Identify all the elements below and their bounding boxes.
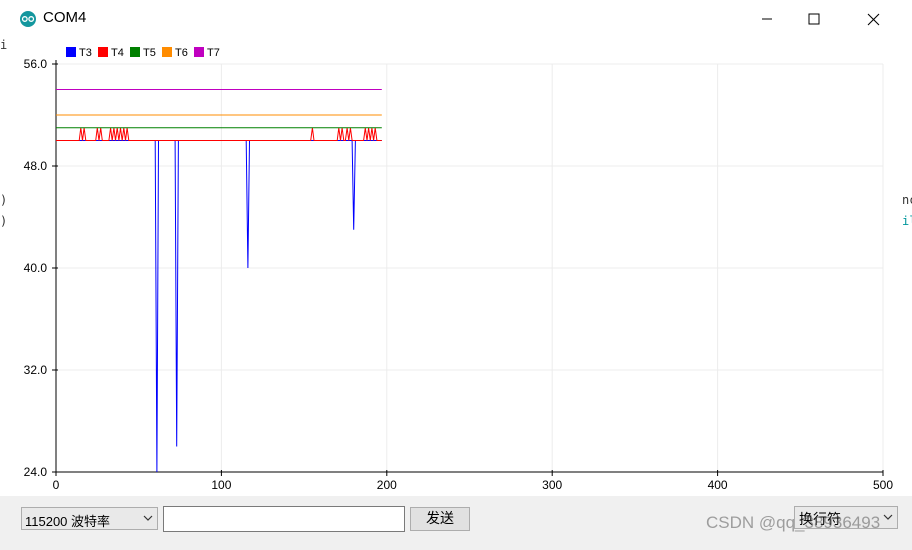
chevron-down-icon bbox=[883, 514, 893, 520]
edge-char: ) bbox=[0, 214, 8, 228]
y-tick-label: 56.0 bbox=[24, 57, 48, 71]
y-tick-label: 48.0 bbox=[24, 159, 48, 173]
legend-label-t3: T3 bbox=[79, 47, 92, 59]
x-tick-label: 100 bbox=[211, 478, 231, 492]
legend-swatch-t4 bbox=[98, 47, 108, 57]
serial-plot-chart: 56.0 48.0 40.0 32.0 24.0 0 100 200 300 400 500 T3 T4… bbox=[24, 47, 893, 492]
csdn-watermark: CSDN @qq_38936493 bbox=[706, 513, 881, 532]
legend-label-t4: T4 bbox=[111, 47, 124, 59]
legend-label-t6: T6 bbox=[175, 47, 188, 59]
send-button[interactable]: 发送 bbox=[410, 507, 470, 531]
x-tick-label: 500 bbox=[873, 478, 893, 492]
baud-rate-value: 115200 波特率 bbox=[25, 514, 111, 529]
window-title: COM4 bbox=[43, 9, 87, 26]
legend-swatch-t7 bbox=[194, 47, 204, 57]
x-tick-label: 300 bbox=[542, 478, 562, 492]
y-tick-label: 32.0 bbox=[24, 363, 48, 377]
maximize-icon bbox=[808, 13, 820, 25]
minimize-icon bbox=[762, 18, 772, 20]
edge-char: il bbox=[902, 214, 912, 228]
background-editor-left-edge: i ) ) bbox=[0, 38, 9, 496]
series-line-t3 bbox=[56, 140, 382, 473]
legend-label-t5: T5 bbox=[143, 47, 156, 59]
edge-char: ) bbox=[0, 193, 8, 207]
legend-swatch-t6 bbox=[162, 47, 172, 57]
edge-char: i bbox=[0, 38, 8, 52]
legend-label-t7: T7 bbox=[207, 47, 220, 59]
edge-char: nc bbox=[902, 193, 912, 207]
y-tick-label: 40.0 bbox=[24, 261, 48, 275]
arduino-logo-icon bbox=[20, 11, 36, 27]
maximize-button[interactable] bbox=[785, 0, 843, 38]
serial-plotter-area: 56.0 48.0 40.0 32.0 24.0 0 100 200 300 400 500 T3 T4… bbox=[9, 38, 912, 496]
close-button[interactable] bbox=[844, 0, 902, 38]
baud-rate-select[interactable]: 115200 波特率 bbox=[21, 507, 158, 530]
close-icon bbox=[867, 13, 879, 25]
title-bar: COM4 bbox=[0, 0, 912, 38]
x-tick-label: 400 bbox=[708, 478, 728, 492]
series-line-t4 bbox=[56, 127, 382, 141]
y-tick-label: 24.0 bbox=[24, 465, 48, 479]
x-tick-label: 200 bbox=[377, 478, 397, 492]
bottom-toolbar: 115200 波特率 发送 换行符 CSDN @qq_38936493 bbox=[0, 496, 912, 550]
legend-swatch-t5 bbox=[130, 47, 140, 57]
legend-swatch-t3 bbox=[66, 47, 76, 57]
message-input[interactable] bbox=[163, 506, 405, 532]
chevron-down-icon bbox=[143, 515, 153, 521]
x-tick-label: 0 bbox=[53, 478, 60, 492]
